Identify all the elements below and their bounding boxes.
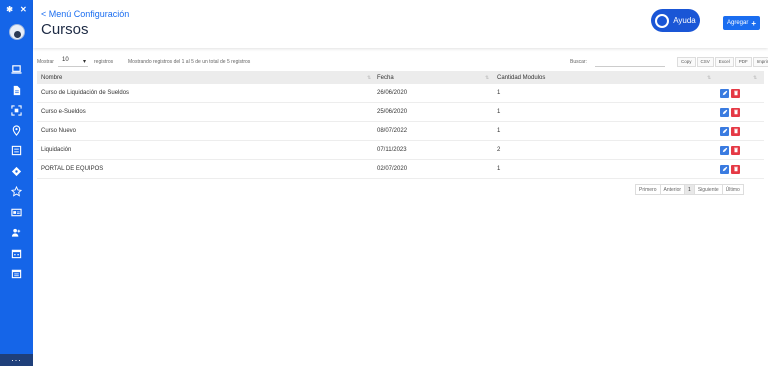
sidebar-top-controls: ✱ ✕ — [0, 5, 33, 14]
table-row: Curso Nuevo 08/07/2022 1 — [37, 122, 764, 141]
search-label: Buscar: — [570, 59, 587, 65]
help-icon — [655, 13, 670, 28]
cell-cantidad: 1 — [497, 109, 501, 115]
edit-button[interactable] — [720, 88, 729, 98]
close-icon[interactable]: ✕ — [20, 5, 27, 14]
scan-icon[interactable] — [10, 104, 23, 117]
sort-icon[interactable]: ⇅ — [753, 75, 757, 81]
trash-icon — [733, 90, 738, 96]
edit-icon — [722, 166, 727, 172]
sort-icon[interactable]: ⇅ — [367, 75, 371, 81]
delete-button[interactable] — [731, 164, 740, 174]
edit-icon — [722, 147, 727, 153]
cell-fecha: 02/07/2020 — [377, 166, 408, 172]
cell-cantidad: 1 — [497, 166, 501, 172]
table-toolbar: Mostrar 10 registros Mostrando registros… — [33, 57, 768, 69]
add-button[interactable]: Agregar + — [723, 16, 760, 30]
cell-fecha: 26/06/2020 — [377, 90, 408, 96]
laptop-icon[interactable] — [6, 63, 27, 76]
add-button-label: Agregar — [726, 20, 749, 26]
courses-table: Nombre ⇅ Fecha ⇅ Cantidad Modulos ⇅ ⇅ Cu… — [37, 71, 764, 179]
delete-button[interactable] — [731, 107, 740, 117]
trash-icon — [733, 109, 738, 115]
pagination-next[interactable]: Siguiente — [693, 184, 723, 195]
search-input[interactable] — [595, 57, 665, 67]
records-label: registros — [94, 59, 114, 65]
table-row: PORTAL DE EQUIPOS 02/07/2020 1 — [37, 160, 764, 179]
print-button[interactable]: Imprimir — [752, 57, 768, 67]
table-row: Curso e-Sueldos 25/06/2020 1 — [37, 103, 764, 122]
edit-button[interactable] — [720, 126, 729, 136]
pdf-button[interactable]: PDF — [734, 57, 752, 67]
column-header-nombre[interactable]: Nombre — [41, 75, 62, 81]
cell-cantidad: 1 — [497, 128, 501, 134]
delete-button[interactable] — [731, 88, 740, 98]
list-icon[interactable] — [10, 144, 23, 157]
column-header-fecha[interactable]: Fecha — [377, 75, 394, 81]
cell-cantidad: 1 — [497, 90, 501, 96]
trash-icon — [733, 128, 738, 134]
pin-icon[interactable]: ✱ — [6, 5, 13, 14]
delete-button[interactable] — [731, 126, 740, 136]
copy-button[interactable]: Copy — [677, 57, 696, 67]
edit-icon — [722, 90, 727, 96]
row-actions — [720, 126, 740, 136]
excel-button[interactable]: Excel — [714, 57, 734, 67]
export-buttons: Copy CSV Excel PDF Imprimir — [677, 57, 768, 67]
show-label: Mostrar — [37, 59, 54, 65]
page-title: Cursos — [41, 21, 89, 38]
calendar-check-icon[interactable] — [10, 267, 23, 280]
sort-icon[interactable]: ⇅ — [707, 75, 711, 81]
column-header-cantidad[interactable]: Cantidad Modulos — [497, 75, 545, 81]
cell-nombre: PORTAL DE EQUIPOS — [41, 166, 104, 172]
tag-icon[interactable] — [10, 165, 23, 178]
edit-button[interactable] — [720, 107, 729, 117]
edit-button[interactable] — [720, 164, 729, 174]
csv-button[interactable]: CSV — [696, 57, 714, 67]
location-icon[interactable] — [10, 124, 23, 137]
pagination-last[interactable]: Último — [721, 184, 744, 195]
edit-button[interactable] — [720, 145, 729, 155]
plus-icon: + — [751, 18, 757, 28]
row-actions — [720, 107, 740, 117]
cell-nombre: Curso Nuevo — [41, 128, 77, 134]
edit-icon — [722, 109, 727, 115]
pagination-prev[interactable]: Anterior — [659, 184, 686, 195]
pagination-first[interactable]: Primero — [635, 184, 661, 195]
pagination: Primero Anterior 1 Siguiente Último — [635, 184, 744, 195]
cell-nombre: Liquidación — [41, 147, 72, 153]
sort-icon[interactable]: ⇅ — [485, 75, 489, 81]
sidebar: ✱ ✕ ... — [0, 0, 33, 366]
more-icon[interactable]: ... — [0, 354, 33, 366]
document-icon[interactable] — [10, 84, 23, 97]
delete-button[interactable] — [731, 145, 740, 155]
table-header: Nombre ⇅ Fecha ⇅ Cantidad Modulos ⇅ ⇅ — [37, 71, 764, 84]
cell-cantidad: 2 — [497, 147, 501, 153]
row-actions — [720, 164, 740, 174]
help-button-label: Ayuda — [673, 16, 696, 25]
calendar-icon[interactable] — [10, 247, 23, 260]
table-info: Mostrando registros del 1 al 5 de un tot… — [128, 59, 251, 65]
trash-icon — [733, 147, 738, 153]
id-card-icon[interactable] — [10, 206, 23, 219]
row-actions — [720, 145, 740, 155]
cell-fecha: 07/11/2023 — [377, 147, 407, 153]
edit-icon — [722, 128, 727, 134]
page-header: < Menú Configuración Cursos Ayuda Agrega… — [33, 0, 768, 48]
row-actions — [720, 88, 740, 98]
back-link[interactable]: < Menú Configuración — [41, 9, 129, 19]
cell-fecha: 08/07/2022 — [377, 128, 408, 134]
users-icon[interactable] — [10, 226, 23, 239]
cell-nombre: Curso e-Sueldos — [41, 109, 86, 115]
table-row: Curso de Liquidación de Sueldos 26/06/20… — [37, 84, 764, 103]
cell-nombre: Curso de Liquidación de Sueldos — [41, 90, 130, 96]
page-length-select[interactable]: 10 — [58, 57, 88, 67]
cell-fecha: 25/06/2020 — [377, 109, 408, 115]
star-icon[interactable] — [10, 185, 23, 198]
avatar[interactable] — [9, 24, 25, 40]
help-button[interactable]: Ayuda — [651, 9, 700, 32]
table-row: Liquidación 07/11/2023 2 — [37, 141, 764, 160]
trash-icon — [733, 166, 738, 172]
